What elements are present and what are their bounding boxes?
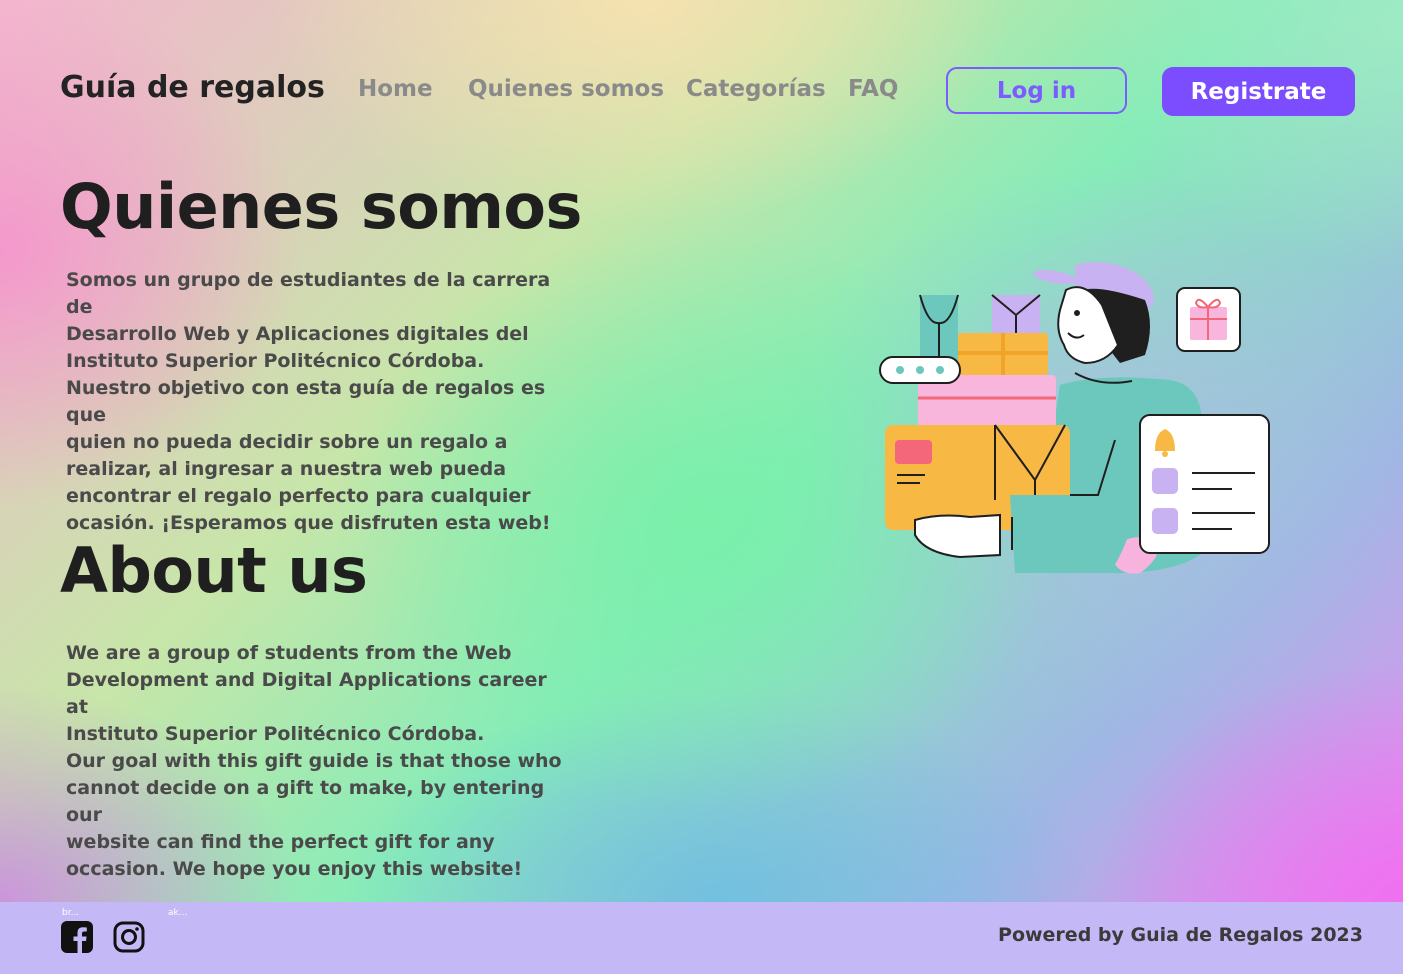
site-logo[interactable]: Guía de regalos [60,70,325,105]
quienes-somos-text: Somos un grupo de estudiantes de la carr… [66,269,551,534]
instagram-label: ak... [168,908,188,918]
nav-home[interactable]: Home [358,76,433,102]
facebook-label: br... [62,908,80,918]
login-button[interactable]: Log in [946,67,1127,114]
powered-by-text: Powered by Guia de Regalos 2023 [998,924,1363,946]
about-us-title: About us [60,534,368,607]
about-us-text: We are a group of students from the Web … [66,642,562,880]
quienes-somos-title: Quienes somos [60,170,582,243]
register-button[interactable]: Registrate [1162,67,1355,116]
facebook-icon[interactable] [60,920,94,954]
nav-quienes-somos[interactable]: Quienes somos [468,76,664,102]
delivery-person-illustration [879,262,1270,574]
instagram-icon[interactable] [112,920,146,954]
footer: br... ak... Powered by Guia de Regalos 2… [0,902,1403,974]
nav-categorias[interactable]: Categorías [686,76,826,102]
nav-faq[interactable]: FAQ [848,76,898,102]
